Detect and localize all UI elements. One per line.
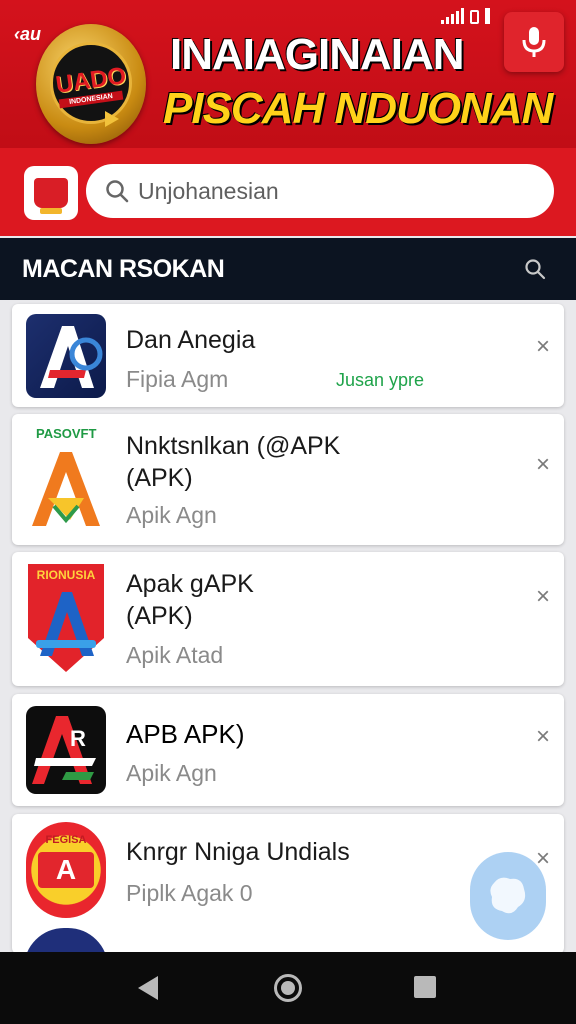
- app-icon: R: [26, 706, 106, 794]
- app-title: Apak gAPK: [126, 570, 254, 598]
- list-item[interactable]: Dan Anegia Fipia Agm Jusan ypre ×: [12, 304, 564, 407]
- app-title: Dan Anegia: [126, 326, 256, 354]
- app-subtitle: Apik Agn: [126, 760, 217, 786]
- back-button[interactable]: ‹au: [14, 24, 41, 45]
- shopping-bag-icon: [34, 178, 68, 214]
- list-item[interactable]: PASOVFT Nnktsnlkan (@APK (APK) Apik Agn …: [12, 414, 564, 545]
- chat-bubble-icon: [490, 877, 526, 914]
- app-subtitle: Piplk Agak 0: [126, 880, 253, 906]
- app-icon: PASOVFT: [26, 426, 106, 532]
- list-item[interactable]: R APB APK) Apik Agn ×: [12, 694, 564, 806]
- app-icon: FEGISA A: [26, 822, 106, 918]
- app-title: APB APK): [126, 719, 245, 749]
- search-bar-area: [0, 148, 576, 236]
- search-input[interactable]: [138, 177, 518, 205]
- app-subtitle: Fipia Agm: [126, 366, 229, 392]
- badge-inner: UADO INDONESIAN: [50, 42, 132, 127]
- search-field[interactable]: [86, 164, 554, 218]
- app-extra-label: Jusan ypre: [336, 370, 425, 390]
- app-title-line2: (APK): [126, 602, 193, 630]
- battery-icon: [485, 8, 490, 24]
- icon-tag: PASOVFT: [36, 426, 97, 441]
- app-title-line2: (APK): [126, 464, 193, 492]
- icon-tag: RIONUSIA: [36, 568, 96, 582]
- close-icon[interactable]: ×: [532, 725, 554, 749]
- system-nav-bar: [0, 952, 576, 1024]
- section-header: MACAN RSOKAN: [0, 238, 576, 300]
- app-list: Dan Anegia Fipia Agm Jusan ypre × PASOVF…: [0, 300, 576, 952]
- status-bar: [441, 8, 490, 24]
- app-screen: ‹au UADO INDONESIAN INAIAGINAIAN PISCAH …: [0, 0, 576, 1024]
- svg-text:R: R: [70, 726, 86, 751]
- app-title: Knrgr Nniga Undials: [126, 838, 350, 866]
- sim-icon: [470, 10, 479, 24]
- microphone-icon: [522, 27, 546, 57]
- section-title: MACAN RSOKAN: [22, 254, 225, 283]
- banner-title-line1: INAIAGINAIAN: [170, 30, 465, 79]
- app-subtitle: Apik Atad: [126, 642, 224, 668]
- icon-tag: FEGISA: [45, 834, 87, 846]
- signal-icon: [441, 8, 464, 24]
- app-icon: RIONUSIA: [26, 560, 106, 676]
- recents-icon[interactable]: [414, 976, 436, 998]
- close-icon[interactable]: ×: [532, 335, 554, 359]
- microphone-button[interactable]: [504, 12, 564, 72]
- search-icon[interactable]: [524, 258, 546, 280]
- app-icon: [26, 314, 106, 398]
- app-logo[interactable]: [24, 166, 78, 220]
- search-icon: [106, 180, 129, 203]
- app-subtitle: Apik Agn: [126, 502, 217, 528]
- app-title: Nnktsnlkan (@APK: [126, 432, 341, 460]
- list-item[interactable]: RIONUSIA Apak gAPK (APK) Apik Atad ×: [12, 552, 564, 686]
- assistant-fab[interactable]: [470, 852, 546, 940]
- header-banner: ‹au UADO INDONESIAN INAIAGINAIAN PISCAH …: [0, 0, 576, 148]
- banner-title-line2: PISCAH NDUONAN: [163, 84, 553, 133]
- close-icon[interactable]: ×: [532, 453, 554, 477]
- brand-badge: UADO INDONESIAN: [36, 24, 146, 144]
- play-arrow-icon: [105, 111, 119, 127]
- home-icon[interactable]: [274, 974, 302, 1002]
- close-icon[interactable]: ×: [532, 585, 554, 609]
- back-icon[interactable]: [138, 976, 158, 1000]
